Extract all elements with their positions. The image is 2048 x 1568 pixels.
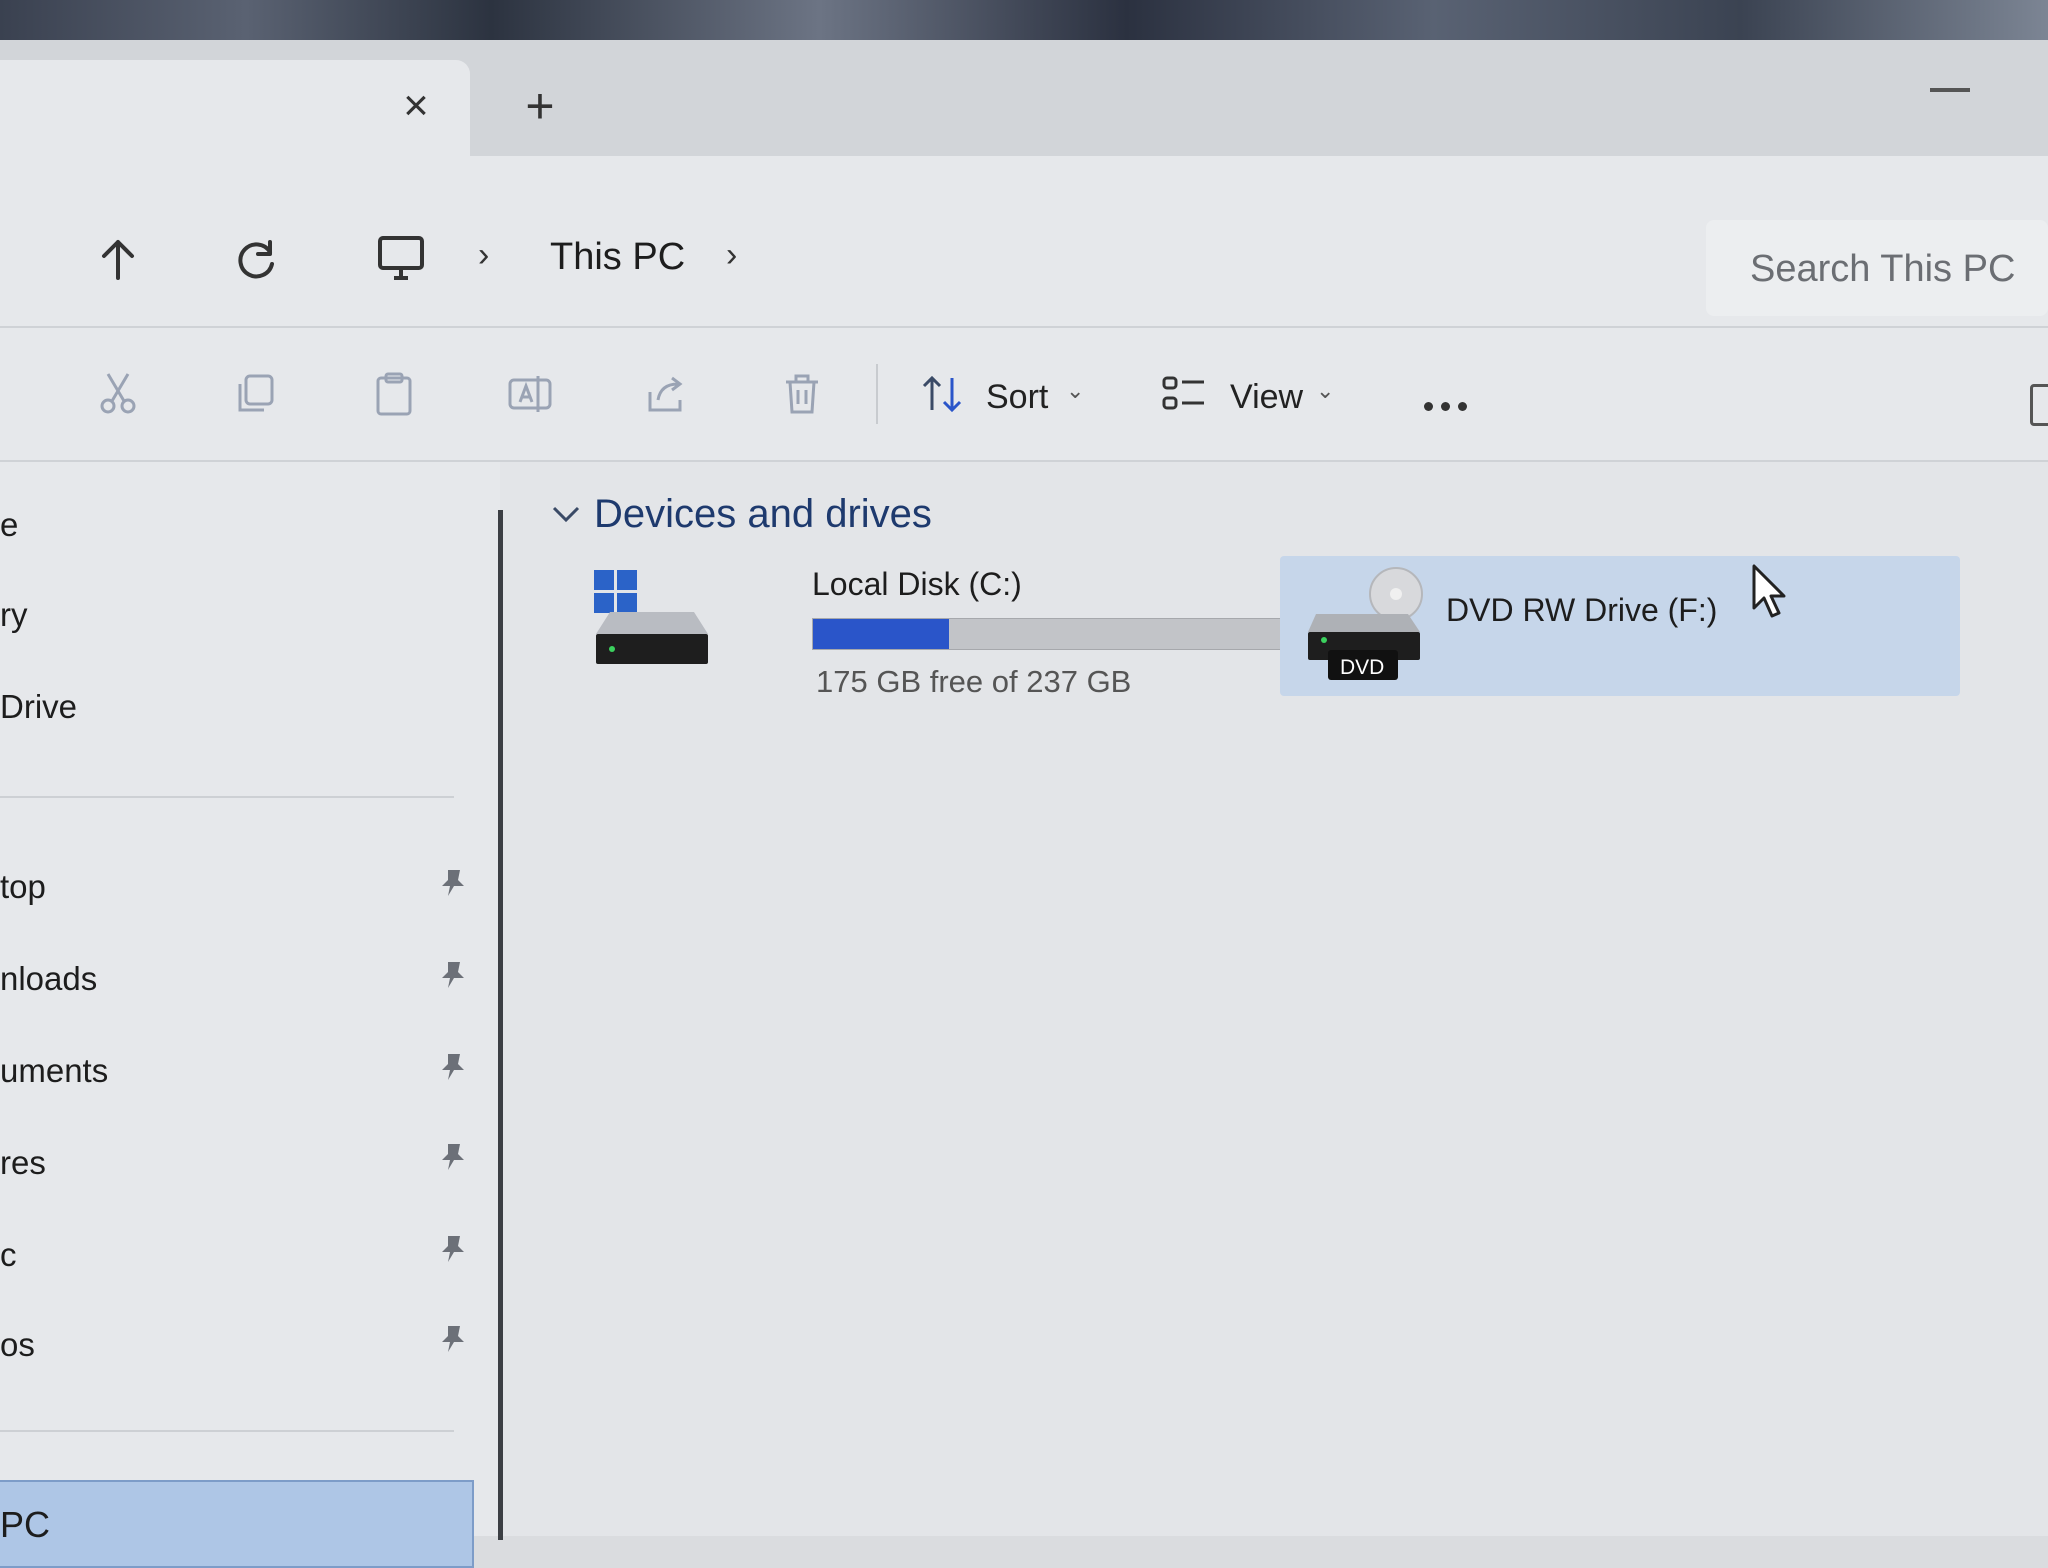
hard-drive-icon [594, 570, 708, 664]
pin-icon[interactable] [436, 1140, 470, 1174]
chevron-down-icon[interactable] [550, 502, 582, 531]
close-icon[interactable]: × [396, 84, 436, 128]
sidebar-item-gallery[interactable]: ry [0, 596, 28, 634]
content-pane: Devices and drives Local Disk (C:) 175 G… [510, 462, 2048, 1536]
usage-bar [812, 618, 1336, 650]
refresh-icon[interactable] [226, 230, 286, 290]
delete-icon[interactable] [778, 370, 826, 418]
paste-icon[interactable] [370, 370, 418, 418]
sidebar-item-desktop[interactable]: top [0, 868, 46, 906]
mouse-cursor-icon [1752, 564, 1786, 618]
monitor-icon[interactable] [376, 234, 426, 289]
sidebar-item-downloads[interactable]: nloads [0, 960, 97, 998]
address-bar-row: › This PC › Search This PC [0, 156, 2048, 328]
search-input[interactable]: Search This PC [1706, 220, 2048, 316]
drive-free-space: 175 GB free of 237 GB [816, 664, 1132, 699]
up-arrow-icon[interactable] [88, 230, 148, 290]
chevron-down-icon[interactable]: ⌄ [1316, 378, 1334, 404]
pin-icon[interactable] [436, 1050, 470, 1084]
drive-name: DVD RW Drive (F:) [1446, 592, 1718, 628]
sort-icon[interactable] [918, 370, 966, 418]
sidebar-divider [0, 1430, 454, 1432]
file-explorer-window: × + › This PC › Search This PC Sort ⌄ Vi… [0, 40, 2048, 1568]
drive-item-dvd[interactable]: DVD DVD RW Drive (F:) [1280, 556, 1960, 696]
pin-icon[interactable] [436, 866, 470, 900]
command-bar: Sort ⌄ View ⌄ [0, 328, 2048, 462]
dvd-badge: DVD [1340, 656, 1385, 679]
navigation-pane: e ry Drive top nloads uments res c os PC [0, 462, 500, 1568]
search-placeholder: Search This PC [1750, 248, 2016, 290]
sidebar-item-this-pc[interactable]: PC [0, 1480, 474, 1568]
sidebar-item-pictures[interactable]: res [0, 1144, 46, 1182]
view-icon[interactable] [1160, 370, 1208, 418]
sidebar-item-label: PC [0, 1504, 51, 1545]
sidebar-item-documents[interactable]: uments [0, 1052, 108, 1090]
chevron-down-icon[interactable]: ⌄ [1066, 378, 1084, 404]
chevron-right-icon[interactable]: › [478, 236, 489, 275]
rename-icon[interactable] [506, 370, 554, 418]
sidebar-item-home[interactable]: e [0, 506, 18, 544]
sidebar-item-onedrive[interactable]: Drive [0, 688, 77, 726]
cut-icon[interactable] [94, 370, 142, 418]
sidebar-divider [0, 796, 454, 798]
copy-icon[interactable] [232, 370, 280, 418]
pin-icon[interactable] [436, 1232, 470, 1266]
pin-icon[interactable] [436, 1322, 470, 1356]
drive-name: Local Disk (C:) [812, 566, 1022, 602]
sidebar-item-music[interactable]: c [0, 1236, 17, 1274]
details-pane-icon[interactable] [2030, 384, 2048, 426]
sort-button[interactable]: Sort [986, 378, 1048, 417]
breadcrumb-this-pc[interactable]: This PC [550, 236, 685, 279]
pin-icon[interactable] [436, 958, 470, 992]
pane-splitter[interactable] [498, 510, 503, 1540]
view-button[interactable]: View [1230, 378, 1303, 417]
share-icon[interactable] [642, 370, 690, 418]
usage-bar-fill [813, 619, 949, 649]
group-header[interactable]: Devices and drives [594, 492, 932, 537]
sidebar-item-videos[interactable]: os [0, 1326, 35, 1364]
drive-item-local-disk[interactable]: Local Disk (C:) 175 GB free of 237 GB [590, 566, 1336, 706]
tab-strip: × + [0, 40, 2048, 156]
chevron-right-icon[interactable]: › [726, 236, 737, 275]
tab-this-pc[interactable]: × [0, 60, 470, 156]
command-divider [876, 364, 878, 424]
new-tab-button[interactable]: + [516, 81, 564, 132]
more-options-icon[interactable] [1424, 398, 1475, 416]
minimize-button[interactable] [1930, 88, 1970, 92]
